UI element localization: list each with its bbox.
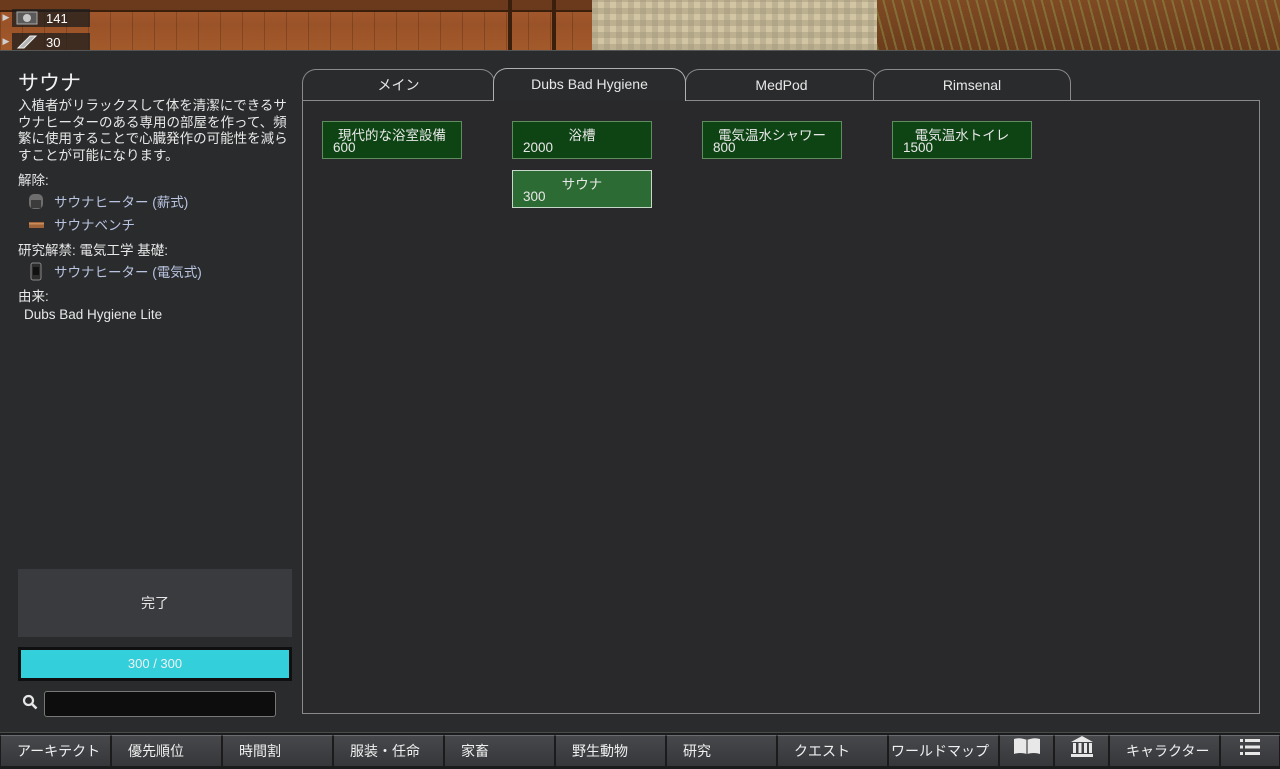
wood-heater-icon [26, 191, 46, 211]
resource-row-steel[interactable]: ▶ 30 [0, 32, 90, 50]
research-node-sauna[interactable]: サウナ 300 [512, 170, 652, 208]
tab-factions[interactable] [1054, 735, 1109, 767]
project-info-pane: サウナ 入植者がリラックスして体を清潔にできるサウナヒーターのある専用の部屋を作… [18, 51, 298, 733]
grass-field [877, 0, 1280, 50]
tab-history[interactable] [999, 735, 1054, 767]
research-tree[interactable]: 現代的な浴室設備 600 浴槽 2000 電気温水シャワー 800 電気温水トイ… [302, 100, 1260, 714]
tab-wildlife[interactable]: 野生動物 [555, 735, 666, 767]
resource-row-silver[interactable]: ▶ 141 [0, 8, 90, 28]
research-node-electric-shower[interactable]: 電気温水シャワー 800 [702, 121, 842, 159]
unlocks-label: 解除: [18, 173, 49, 188]
tile-floor [592, 0, 877, 50]
tab-schedule[interactable]: 時間割 [222, 735, 333, 767]
research-unlock-item[interactable]: サウナヒーター (電気式) [26, 261, 202, 281]
resource-count: 141 [46, 10, 68, 26]
tab-research[interactable]: 研究 [666, 735, 777, 767]
expand-arrow-icon[interactable]: ▶ [0, 37, 12, 47]
node-cost: 300 [523, 189, 546, 204]
research-window: サウナ 入植者がリラックスして体を清潔にできるサウナヒーターのある専用の部屋を作… [0, 50, 1280, 733]
wall-segment [508, 0, 512, 50]
resource-count: 30 [46, 34, 61, 50]
node-cost: 2000 [523, 140, 554, 155]
node-cost: 1500 [903, 140, 934, 155]
research-node-bathtub[interactable]: 浴槽 2000 [512, 121, 652, 159]
tab-dubs-bad-hygiene[interactable]: Dubs Bad Hygiene [493, 68, 686, 101]
tab-world-map[interactable]: ワールドマップ [888, 735, 999, 767]
bench-icon [26, 214, 46, 234]
node-cost: 600 [333, 140, 356, 155]
project-title: サウナ [18, 72, 81, 95]
unlock-label: サウナヒーター (電気式) [54, 265, 202, 280]
unlock-label: サウナベンチ [54, 218, 135, 233]
steel-icon [16, 35, 38, 49]
node-cost: 800 [713, 140, 736, 155]
tab-medpod[interactable]: MedPod [685, 69, 878, 100]
tab-rimsenal[interactable]: Rimsenal [873, 69, 1071, 100]
book-icon [1012, 736, 1042, 766]
silver-icon [16, 11, 38, 25]
electric-heater-icon [26, 261, 46, 281]
tab-quests[interactable]: クエスト [777, 735, 888, 767]
main-tab-bar: アーキテクト 優先順位 時間割 服装・任命 家畜 野生動物 研究 クエスト ワー… [0, 732, 1280, 769]
research-unlock-label: 研究解禁: 電気工学 基礎: [18, 243, 169, 258]
tab-main[interactable]: メイン [302, 69, 495, 100]
wall-segment [552, 0, 556, 50]
unlock-item[interactable]: サウナベンチ [26, 214, 135, 234]
tab-menu[interactable] [1220, 735, 1280, 767]
menu-icon [1240, 736, 1260, 766]
tab-architect[interactable]: アーキテクト [0, 735, 111, 767]
tab-characters[interactable]: キャラクター [1109, 735, 1220, 767]
unlock-item[interactable]: サウナヒーター (薪式) [26, 191, 188, 211]
factions-icon [1070, 735, 1094, 767]
map-view[interactable]: ▶ 141 ▶ 30 [0, 0, 1280, 50]
research-node-modern-bathroom[interactable]: 現代的な浴室設備 600 [322, 121, 462, 159]
unlock-label: サウナヒーター (薪式) [54, 195, 189, 210]
project-description: 入植者がリラックスして体を清潔にできるサウナヒーターのある専用の部屋を作って、頻… [18, 98, 288, 163]
search-input[interactable] [44, 691, 276, 717]
source-mod-name: Dubs Bad Hygiene Lite [24, 307, 163, 322]
tab-work-priorities[interactable]: 優先順位 [111, 735, 222, 767]
expand-arrow-icon[interactable]: ▶ [0, 13, 12, 23]
tab-assign[interactable]: 服装・任命 [333, 735, 444, 767]
source-label: 由来: [18, 289, 49, 304]
research-node-electric-toilet[interactable]: 電気温水トイレ 1500 [892, 121, 1032, 159]
tab-animals[interactable]: 家畜 [444, 735, 555, 767]
research-progress-bar: 300 / 300 [18, 647, 292, 681]
search-icon [22, 694, 38, 710]
progress-text: 300 / 300 [127, 656, 183, 671]
complete-button[interactable]: 完了 [18, 569, 292, 637]
